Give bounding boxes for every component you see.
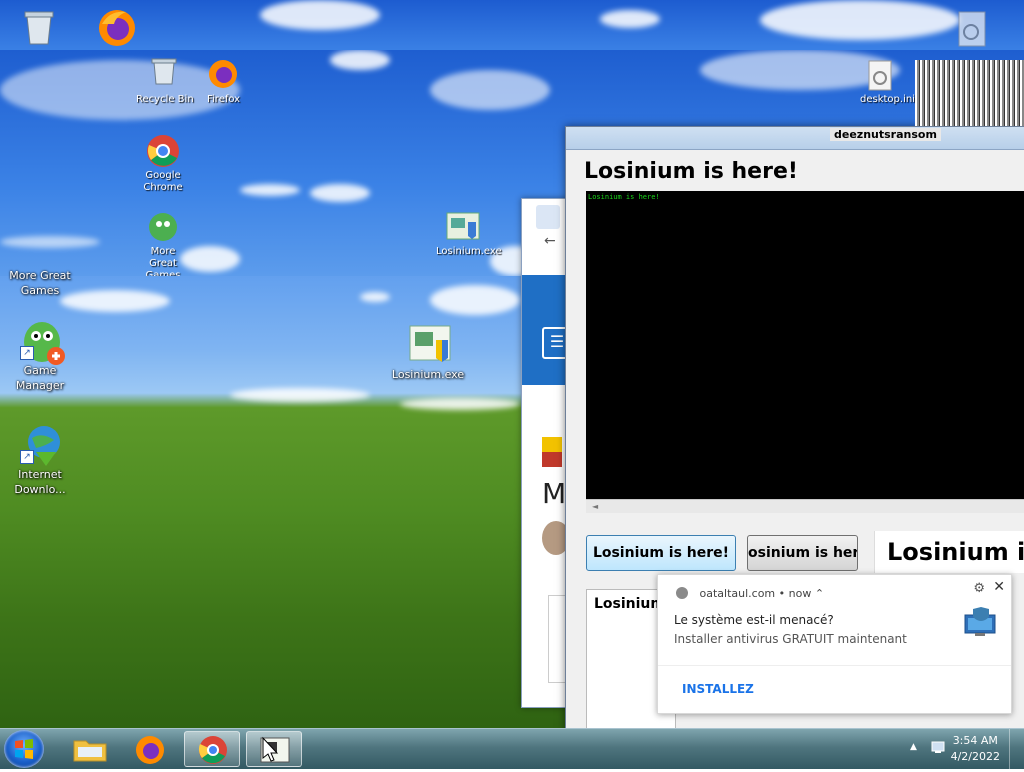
glitch-artifact <box>915 60 1024 126</box>
icon-label: Internet Downlo... <box>14 468 66 496</box>
notification-header: oataltaul.com • now ⌃ <box>676 587 824 600</box>
close-icon[interactable]: ✕ <box>993 579 1005 595</box>
chrome-label: Google Chrome <box>143 170 183 193</box>
glitch-band-top <box>0 0 1024 50</box>
losinium-exe-icon <box>408 324 451 364</box>
taskbar-losinium[interactable] <box>246 731 302 767</box>
console-scrollbar[interactable]: ◄ <box>586 499 1024 513</box>
losinium-label-large: Losinium is here! <box>874 531 1024 573</box>
settings-gear-icon[interactable]: ⚙ <box>973 581 985 596</box>
scroll-left-arrow-icon[interactable]: ◄ <box>592 502 598 511</box>
shortcut-arrow-icon: ↗ <box>20 450 34 464</box>
desktop-icon-more-great-games[interactable]: More Great Games <box>2 268 78 298</box>
chrome-icon <box>198 736 227 764</box>
shortcut-arrow-icon: ↗ <box>20 346 34 360</box>
folder-icon <box>73 740 107 762</box>
taskbar-file-explorer[interactable] <box>62 731 118 767</box>
desktop-ini-small-label: desktop.ini <box>860 94 915 105</box>
losinium-small-label: Losinium.exe <box>436 246 502 257</box>
game-manager-icon: ↗ <box>20 320 65 365</box>
losinium-app-icon <box>260 736 290 763</box>
losinium-heading: Losinium is here! <box>584 159 798 184</box>
clock-date: 4/2/2022 <box>950 750 1000 763</box>
losinium-box-text: Losinium <box>594 596 665 612</box>
notification-divider <box>658 665 1011 666</box>
icon-label: Losinium.exe <box>391 368 465 381</box>
notification-title: Le système est-il menacé? <box>674 613 834 627</box>
install-action-button[interactable]: INSTALLEZ <box>682 682 754 696</box>
firefox-icon[interactable] <box>96 6 138 48</box>
recycle-bin-icon[interactable] <box>22 8 56 46</box>
chrome-icon[interactable] <box>146 134 180 168</box>
losinium-button-1[interactable]: Losinium is here! <box>586 535 736 571</box>
desktop-ini-icon[interactable] <box>955 10 991 48</box>
show-desktop-button[interactable] <box>1009 729 1024 769</box>
desktop-icon-game-manager[interactable]: ↗ Game Manager <box>2 320 78 393</box>
icon-label: More Great Games <box>9 269 71 297</box>
chevron-up-icon[interactable]: ⌃ <box>815 587 824 600</box>
more-games-small-label: More Great Games <box>145 246 181 276</box>
notification-body: Installer antivirus GRATUIT maintenant <box>674 632 907 646</box>
recycle-bin-small-icon[interactable] <box>150 56 178 86</box>
taskbar-firefox[interactable] <box>122 731 178 767</box>
losinium-titlebar[interactable] <box>566 127 1024 150</box>
cloud <box>430 285 520 315</box>
system-tray: ▲ 3:54 AM 4/2/2022 <box>884 729 1024 769</box>
start-button[interactable] <box>4 730 44 768</box>
firefox-small-label: Firefox <box>207 94 241 105</box>
globe-download-icon: ↗ <box>20 424 60 466</box>
flag-icon <box>542 437 562 467</box>
desktop: Recycle Bin Firefox Google Chrome More G… <box>0 0 1024 728</box>
console-text: Losinium is here! <box>588 193 660 201</box>
chrome-notification[interactable]: oataltaul.com • now ⌃ ⚙ ✕ Le système est… <box>657 574 1012 714</box>
taskbar: ▲ 3:54 AM 4/2/2022 <box>0 728 1024 769</box>
show-hidden-icons-icon[interactable]: ▲ <box>910 742 917 752</box>
windows-logo-icon <box>15 739 33 759</box>
network-icon[interactable] <box>930 739 946 755</box>
notification-source: oataltaul.com <box>699 587 776 600</box>
desktop-ini-small-icon[interactable] <box>866 60 896 92</box>
clock-time: 3:54 AM <box>952 734 998 747</box>
icon-label: Game Manager <box>15 364 65 392</box>
glitch-deeznuts-label: deeznutsransom <box>830 128 941 141</box>
chrome-icon <box>676 587 688 599</box>
clock[interactable]: 3:54 AM 4/2/2022 <box>951 733 1000 765</box>
cloud <box>400 398 520 410</box>
cloud <box>360 292 390 302</box>
back-arrow-icon[interactable]: ← <box>544 233 556 249</box>
losinium-button-2[interactable]: osinium is here <box>747 535 858 571</box>
desktop-icon-internet-download-manager[interactable]: ↗ Internet Downlo... <box>2 424 78 497</box>
more-games-small-icon[interactable] <box>146 210 180 244</box>
firefox-small-icon[interactable] <box>206 56 240 90</box>
browser-tab[interactable] <box>536 205 560 229</box>
recycle-bin-small-label: Recycle Bin <box>136 94 194 105</box>
cloud <box>230 388 370 402</box>
notification-time: now <box>788 587 812 600</box>
taskbar-chrome[interactable] <box>184 731 240 767</box>
firefox-icon <box>136 736 164 764</box>
losinium-console: Losinium is here! <box>586 191 1024 499</box>
computer-shield-icon <box>963 607 997 637</box>
desktop-icon-losinium-exe[interactable]: Losinium.exe <box>390 324 466 382</box>
page-heading-fragment: M <box>542 477 567 510</box>
losinium-small-icon[interactable] <box>446 212 480 242</box>
